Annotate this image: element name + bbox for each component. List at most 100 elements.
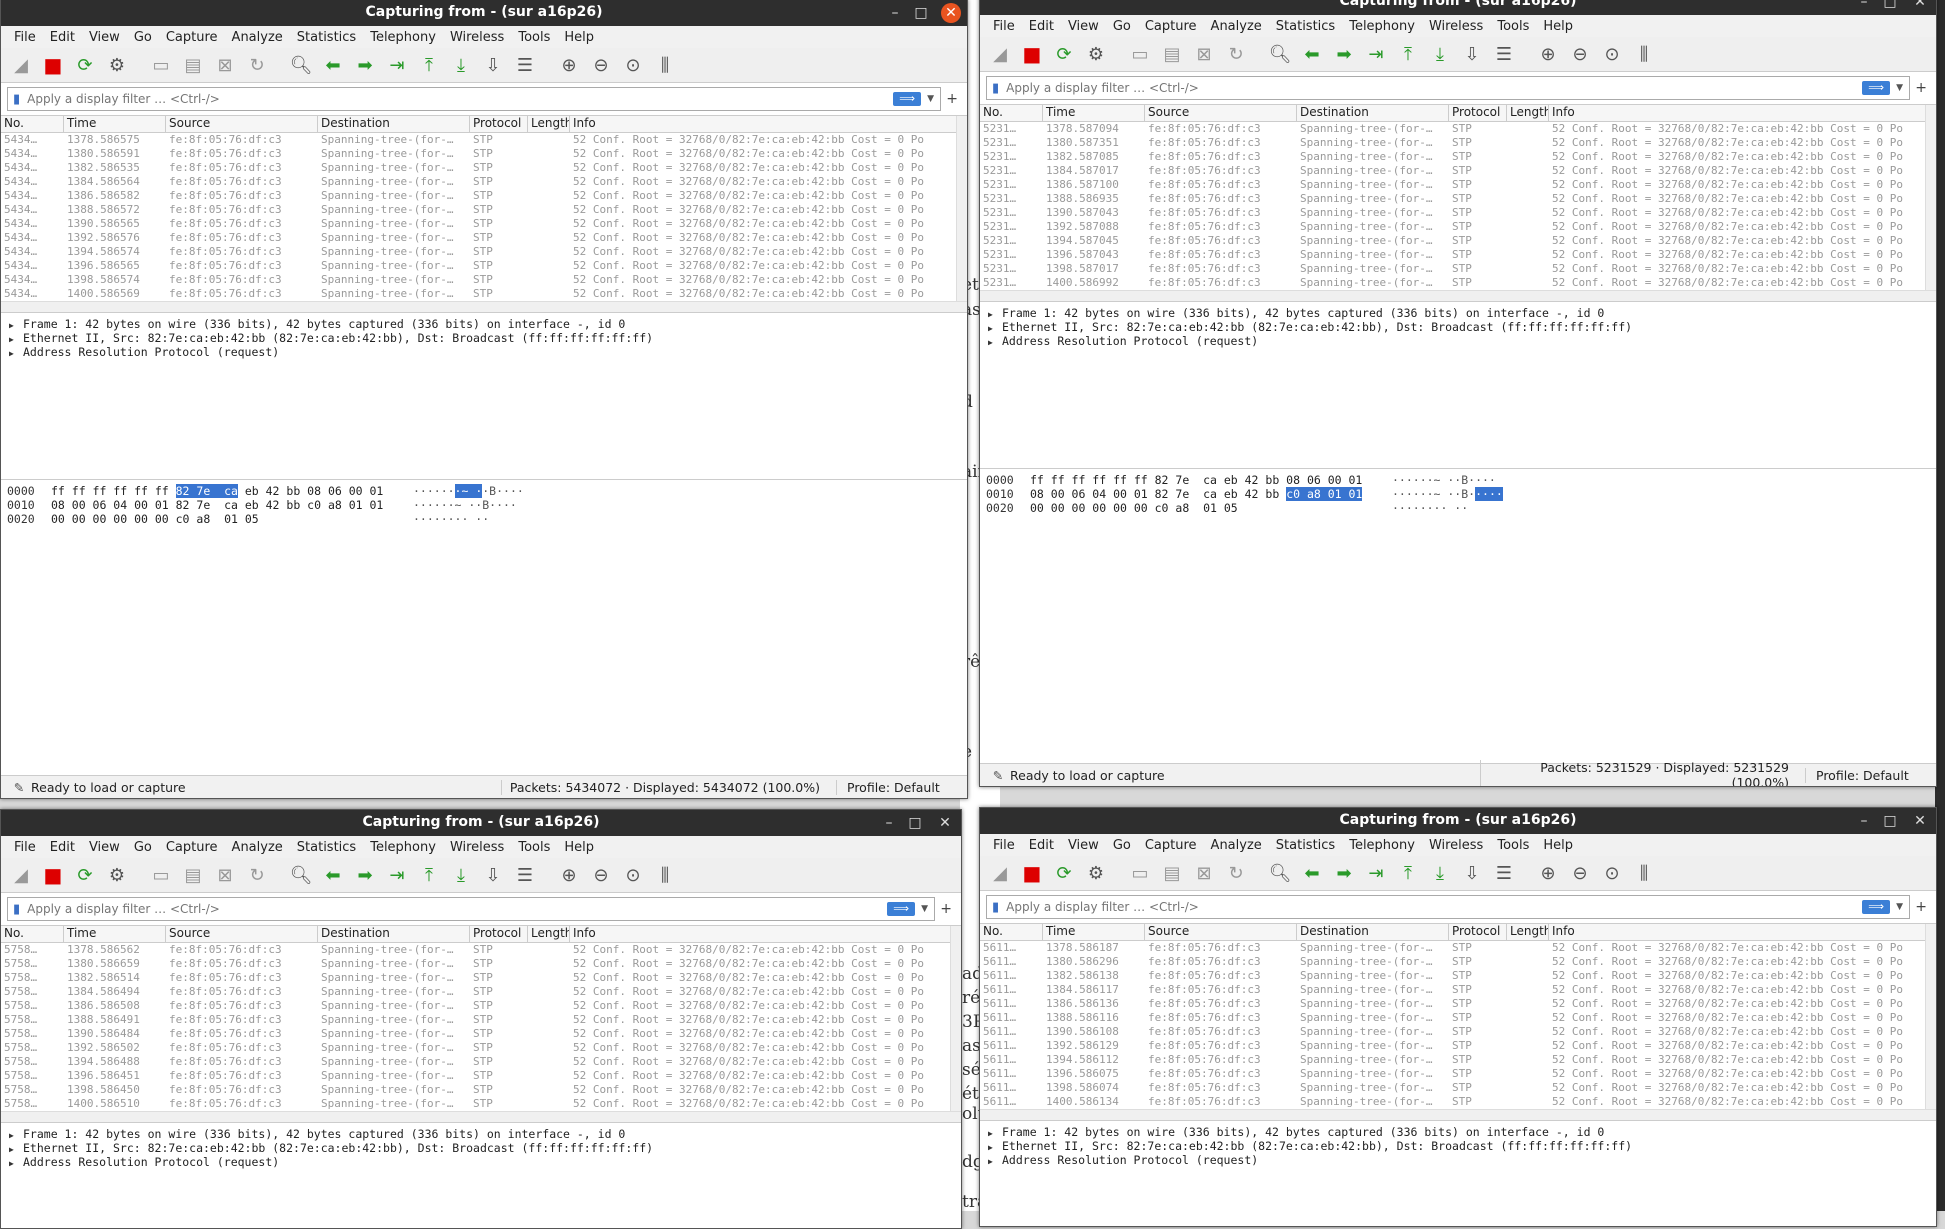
close-file-icon[interactable]: ⊠ <box>211 51 239 79</box>
expand-triangle-icon[interactable]: ▶ <box>988 310 1002 319</box>
menu-telephony[interactable]: Telephony <box>1342 19 1422 34</box>
packet-row[interactable]: 5758… 1400.586510 fe:8f:05:76:df:c3 Spannin… <box>1 1097 961 1111</box>
menu-capture[interactable]: Capture <box>1138 19 1204 34</box>
menu-file[interactable]: File <box>986 19 1022 34</box>
shark-fin-icon[interactable]: ◢ <box>7 51 35 79</box>
last-packet-icon[interactable]: ⤓ <box>447 51 475 79</box>
bytes-ascii[interactable]: ········ ·· <box>413 512 489 526</box>
open-folder-icon[interactable]: ▭ <box>1126 859 1154 887</box>
open-folder-icon[interactable]: ▭ <box>1126 40 1154 68</box>
packet-row[interactable]: 5231… 1400.586992 fe:8f:05:76:df:c3 Spannin… <box>980 276 1936 290</box>
stop-icon[interactable]: ■ <box>39 861 67 889</box>
close-file-icon[interactable]: ⊠ <box>1190 859 1218 887</box>
add-filter-button-icon[interactable]: + <box>1915 80 1927 96</box>
reload-icon[interactable]: ↻ <box>243 861 271 889</box>
go-to-packet-icon[interactable]: ⇥ <box>1362 40 1390 68</box>
menu-telephony[interactable]: Telephony <box>363 30 443 45</box>
colorize-icon[interactable]: ☰ <box>511 51 539 79</box>
packet-row[interactable]: 5231… 1384.587017 fe:8f:05:76:df:c3 Spannin… <box>980 164 1936 178</box>
packet-row[interactable]: 5231… 1386.587100 fe:8f:05:76:df:c3 Spannin… <box>980 178 1936 192</box>
menu-view[interactable]: View <box>82 840 127 855</box>
back-arrow-icon[interactable]: ⬅ <box>319 51 347 79</box>
add-filter-button-icon[interactable]: + <box>1915 899 1927 915</box>
column-header-time[interactable]: Time <box>1043 105 1145 121</box>
packet-row[interactable]: 5434… 1382.586535 fe:8f:05:76:df:c3 Spannin… <box>1 161 967 175</box>
packet-row[interactable]: 5231… 1380.587351 fe:8f:05:76:df:c3 Spannin… <box>980 136 1936 150</box>
autoscroll-icon[interactable]: ⇩ <box>479 51 507 79</box>
reload-icon[interactable]: ↻ <box>1222 40 1250 68</box>
maximize-button[interactable]: □ <box>1880 0 1900 12</box>
first-packet-icon[interactable]: ⤒ <box>415 51 443 79</box>
packet-row[interactable]: 5434… 1380.586591 fe:8f:05:76:df:c3 Spannin… <box>1 147 967 161</box>
packet-row[interactable]: 5231… 1378.587094 fe:8f:05:76:df:c3 Spannin… <box>980 122 1936 136</box>
apply-filter-arrow-icon[interactable]: ⟹ <box>887 902 916 916</box>
packet-row[interactable]: 5758… 1398.586450 fe:8f:05:76:df:c3 Spannin… <box>1 1083 961 1097</box>
colorize-icon[interactable]: ☰ <box>1490 859 1518 887</box>
find-icon[interactable]: 🔍︎ <box>1266 40 1294 68</box>
packet-row[interactable]: 5611… 1378.586187 fe:8f:05:76:df:c3 Spannin… <box>980 941 1936 955</box>
column-header-time[interactable]: Time <box>1043 924 1145 940</box>
expert-info-icon[interactable]: ✎ <box>7 780 31 795</box>
column-header-destination[interactable]: Destination <box>1297 924 1449 940</box>
last-packet-icon[interactable]: ⤓ <box>1426 859 1454 887</box>
menu-edit[interactable]: Edit <box>43 840 82 855</box>
packet-row[interactable]: 5434… 1394.586574 fe:8f:05:76:df:c3 Spannin… <box>1 245 967 259</box>
zoom-in-icon[interactable]: ⊕ <box>555 861 583 889</box>
bytes-ascii[interactable]: ······~ ··B···· <box>1392 473 1496 487</box>
column-header-protocol[interactable]: Protocol <box>1449 105 1507 121</box>
open-folder-icon[interactable]: ▭ <box>147 51 175 79</box>
close-window-button[interactable]: ✕ <box>1910 811 1930 831</box>
packet-row[interactable]: 5758… 1388.586491 fe:8f:05:76:df:c3 Spannin… <box>1 1013 961 1027</box>
stop-icon[interactable]: ■ <box>1018 859 1046 887</box>
bookmark-icon[interactable]: ▮ <box>992 900 999 915</box>
profile-text[interactable]: Profile: Default <box>836 779 967 795</box>
column-header-source[interactable]: Source <box>1145 924 1297 940</box>
packet-list-hscroll[interactable] <box>980 290 1936 301</box>
normal-size-icon[interactable]: ⊙ <box>1598 859 1626 887</box>
menu-help[interactable]: Help <box>557 840 601 855</box>
menu-telephony[interactable]: Telephony <box>1342 838 1422 853</box>
column-header-source[interactable]: Source <box>166 116 318 132</box>
maximize-button[interactable]: □ <box>905 813 925 833</box>
close-file-icon[interactable]: ⊠ <box>1190 40 1218 68</box>
options-gear-icon[interactable]: ⚙ <box>103 861 131 889</box>
column-header-destination[interactable]: Destination <box>318 926 470 942</box>
go-to-packet-icon[interactable]: ⇥ <box>383 51 411 79</box>
bookmark-icon[interactable]: ▮ <box>13 902 20 917</box>
bookmark-icon[interactable]: ▮ <box>13 92 20 107</box>
details-tree-item[interactable]: ▶ Frame 1: 42 bytes on wire (336 bits), 4… <box>980 1125 1936 1139</box>
packet-row[interactable]: 5434… 1378.586575 fe:8f:05:76:df:c3 Spannin… <box>1 133 967 147</box>
normal-size-icon[interactable]: ⊙ <box>619 861 647 889</box>
menu-analyze[interactable]: Analyze <box>225 840 290 855</box>
menu-tools[interactable]: Tools <box>1490 838 1536 853</box>
open-folder-icon[interactable]: ▭ <box>147 861 175 889</box>
stop-icon[interactable]: ■ <box>1018 40 1046 68</box>
column-header-length[interactable]: Length <box>1507 105 1549 121</box>
menu-wireless[interactable]: Wireless <box>443 30 511 45</box>
expand-triangle-icon[interactable]: ▶ <box>9 1145 23 1154</box>
menu-capture[interactable]: Capture <box>159 840 225 855</box>
menu-wireless[interactable]: Wireless <box>1422 19 1490 34</box>
colorize-icon[interactable]: ☰ <box>1490 40 1518 68</box>
packet-row[interactable]: 5231… 1392.587088 fe:8f:05:76:df:c3 Spannin… <box>980 220 1936 234</box>
details-tree-item[interactable]: ▶ Ethernet II, Src: 82:7e:ca:eb:42:bb (82… <box>1 331 967 345</box>
packet-row[interactable]: 5231… 1396.587043 fe:8f:05:76:df:c3 Spannin… <box>980 248 1936 262</box>
restart-icon[interactable]: ⟳ <box>71 51 99 79</box>
menu-tools[interactable]: Tools <box>1490 19 1536 34</box>
packet-row[interactable]: 5611… 1398.586074 fe:8f:05:76:df:c3 Spannin… <box>980 1081 1936 1095</box>
packet-row[interactable]: 5434… 1386.586582 fe:8f:05:76:df:c3 Spannin… <box>1 189 967 203</box>
save-icon[interactable]: ▤ <box>179 861 207 889</box>
packet-row[interactable]: 5758… 1380.586659 fe:8f:05:76:df:c3 Spannin… <box>1 957 961 971</box>
packet-row[interactable]: 5611… 1390.586108 fe:8f:05:76:df:c3 Spannin… <box>980 1025 1936 1039</box>
menu-go[interactable]: Go <box>127 30 159 45</box>
resize-columns-icon[interactable]: ⫼ <box>651 861 679 889</box>
column-header-info[interactable]: Info <box>570 926 961 942</box>
options-gear-icon[interactable]: ⚙ <box>1082 40 1110 68</box>
reload-icon[interactable]: ↻ <box>243 51 271 79</box>
menu-statistics[interactable]: Statistics <box>290 30 363 45</box>
maximize-button[interactable]: □ <box>1880 811 1900 831</box>
resize-columns-icon[interactable]: ⫼ <box>1630 40 1658 68</box>
packet-row[interactable]: 5758… 1378.586562 fe:8f:05:76:df:c3 Spannin… <box>1 943 961 957</box>
maximize-button[interactable]: □ <box>911 3 931 23</box>
expand-triangle-icon[interactable]: ▶ <box>988 1129 1002 1138</box>
